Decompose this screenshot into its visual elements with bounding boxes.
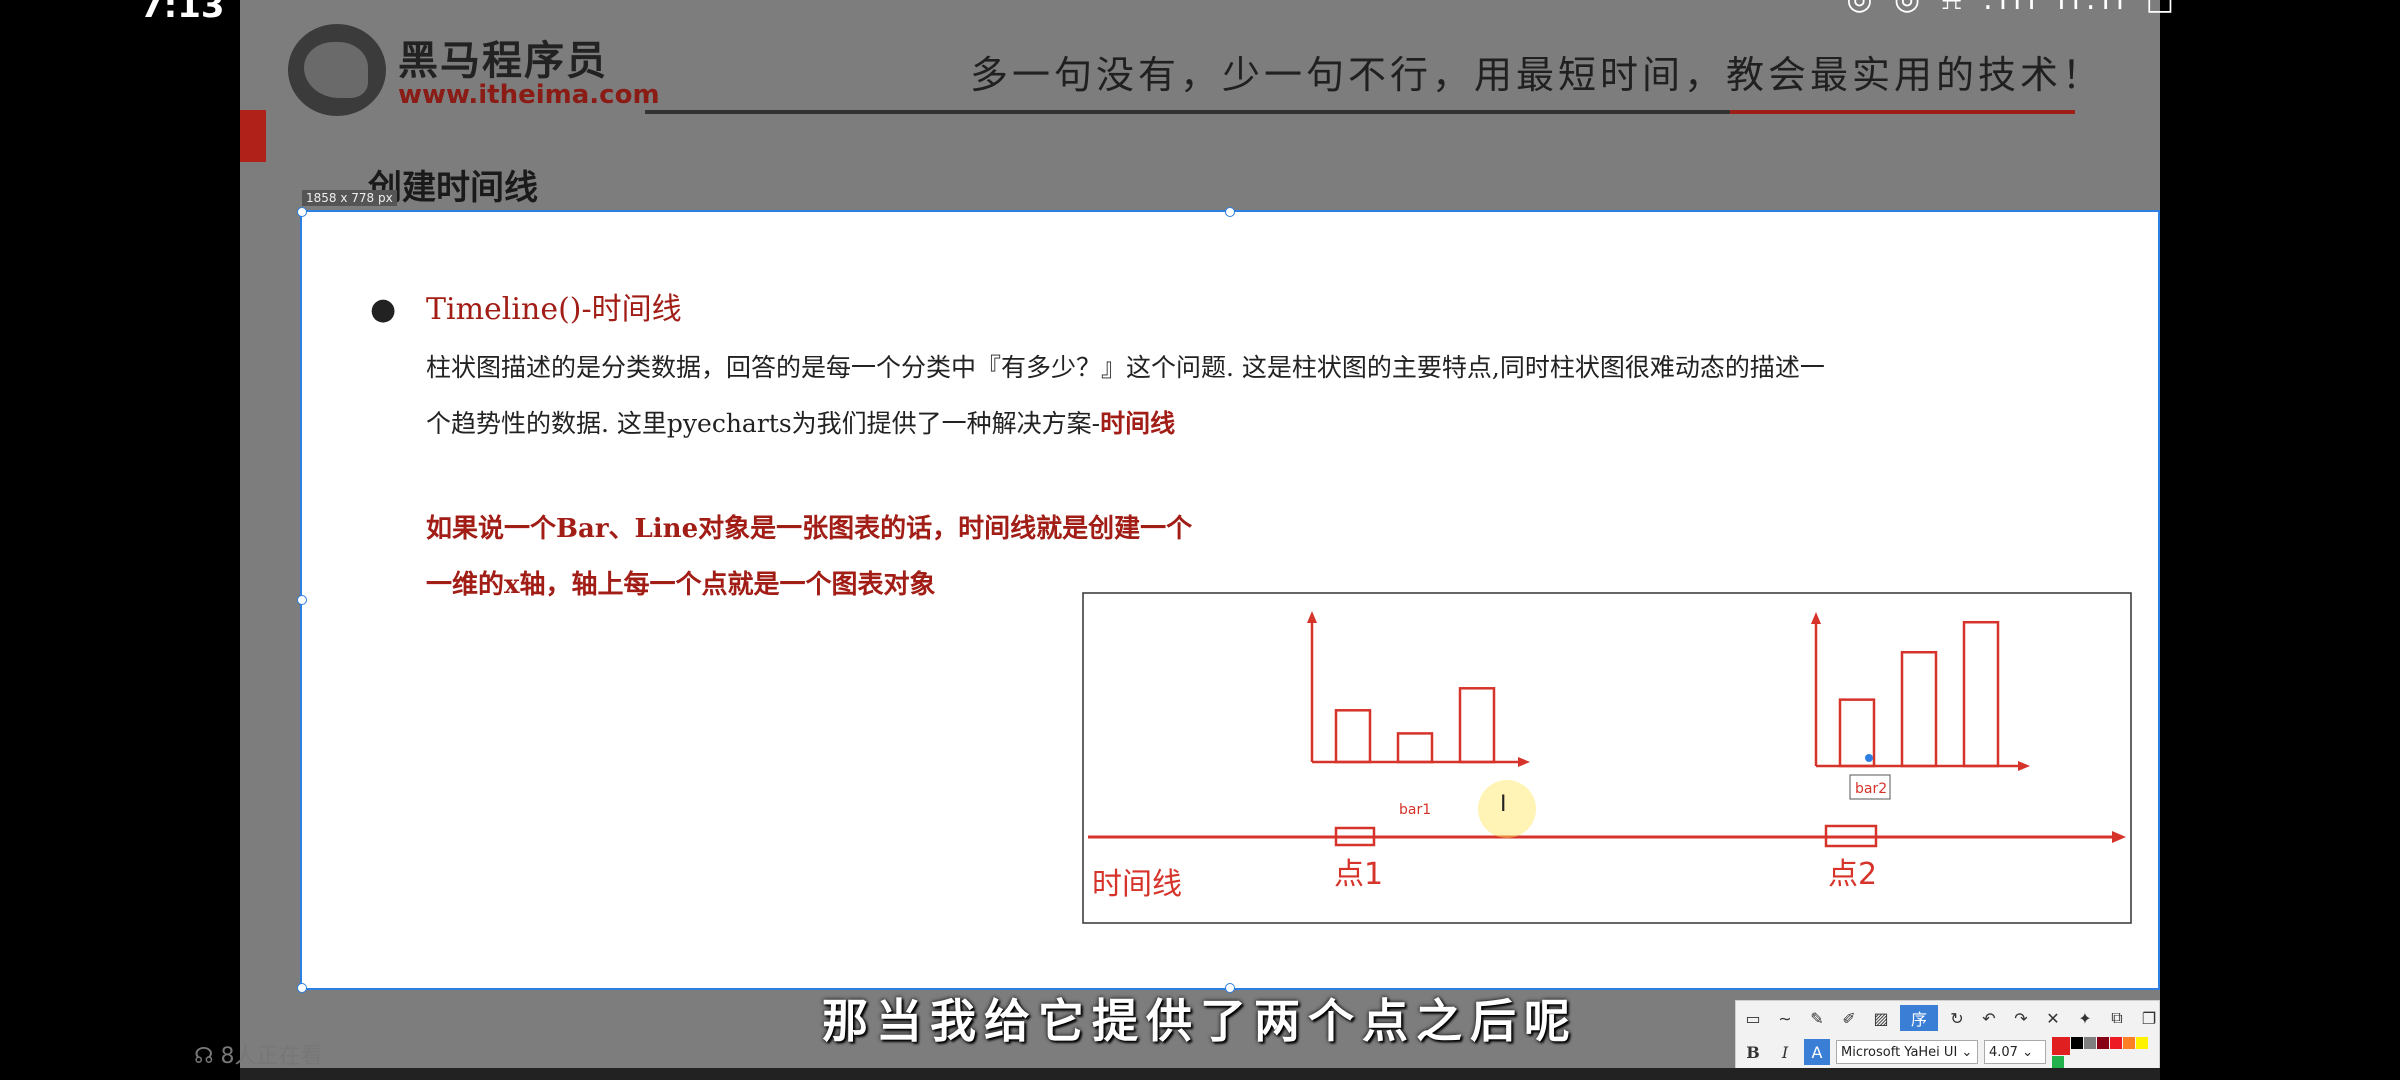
header-divider-accent bbox=[1730, 110, 2075, 114]
bottom-bar bbox=[240, 1068, 2160, 1080]
status-icons: ◎ ◎ ⍾ .ııl ıl.ıl □ bbox=[1846, 0, 2180, 17]
horse-logo-icon bbox=[288, 24, 386, 116]
anchor-point-icon bbox=[1865, 754, 1873, 762]
cursor-highlight bbox=[1478, 780, 1536, 838]
video-subtitle: 那当我给它提供了两个点之后呢 bbox=[822, 994, 1578, 1048]
description-line-1: 柱状图描述的是分类数据，回答的是每一个分类中『有多少？』这个问题. 这是柱状图的… bbox=[426, 353, 1825, 382]
resize-handle[interactable] bbox=[1225, 207, 1235, 217]
timeline-label: 时间线 bbox=[1092, 867, 1182, 902]
bar2-label: bar2 bbox=[1855, 781, 1887, 797]
description-line-2: 个趋势性的数据. 这里pyecharts为我们提供了一种解决方案-时间线 bbox=[426, 396, 2026, 452]
slide-red-tab bbox=[240, 110, 266, 162]
screenshot-selection-region[interactable]: ● Timeline()-时间线 柱状图描述的是分类数据，回答的是每一个分类中『… bbox=[297, 207, 2160, 993]
description-highlight: 时间线 bbox=[1100, 409, 1176, 438]
point-2-label: 点2 bbox=[1828, 857, 1877, 892]
slide-slogan: 多一句没有，少一句不行，用最短时间，教会最实用的技术！ bbox=[970, 53, 2105, 97]
resize-handle[interactable] bbox=[297, 595, 307, 605]
point-1-label: 点1 bbox=[1334, 857, 1383, 892]
viewer-count-text: 8人正在看 bbox=[220, 1044, 323, 1069]
note-line-1: 如果说一个Bar、Line对象是一张图表的话，时间线就是创建一个 bbox=[426, 514, 1193, 544]
content-heading: Timeline()-时间线 bbox=[426, 292, 682, 327]
selection-size-label: 1858 x 778 px bbox=[302, 190, 397, 206]
phone-status-bar: 7:13 ◎ ◎ ⍾ .ııl ıl.ıl □ bbox=[0, 0, 2400, 26]
description-text: 个趋势性的数据. 这里pyecharts为我们提供了一种解决方案- bbox=[426, 409, 1101, 438]
logo-chinese-name: 黑马程序员 bbox=[398, 38, 608, 84]
status-time: 7:13 bbox=[140, 0, 225, 26]
timeline-diagram: bar1 bar2 点1 点2 时间线 bbox=[1082, 592, 2132, 924]
timeline-diagram-svg: bar1 bar2 点1 点2 时间线 bbox=[1082, 592, 2132, 924]
note-line-2: 一维的x轴，轴上每一个点就是一个图表对象 bbox=[426, 570, 936, 600]
bullet-dot: ● bbox=[370, 292, 397, 327]
logo-url: www.itheima.com bbox=[398, 80, 660, 110]
viewers-icon: ☊ bbox=[194, 1044, 214, 1069]
itheima-logo: 黑马程序员 www.itheima.com bbox=[288, 24, 688, 124]
resize-handle[interactable] bbox=[297, 207, 307, 217]
color-swatch[interactable] bbox=[2052, 1055, 2064, 1068]
text-cursor-icon: I bbox=[1500, 792, 1507, 817]
viewer-count: ☊ 8人正在看 bbox=[194, 1038, 323, 1070]
bar1-label: bar1 bbox=[1399, 802, 1431, 818]
